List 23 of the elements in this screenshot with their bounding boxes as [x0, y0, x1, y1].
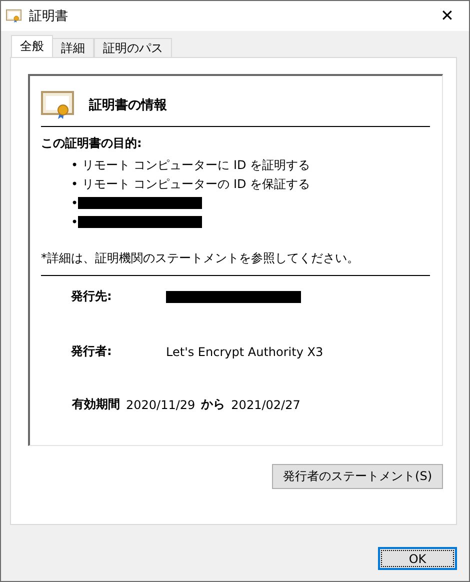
- field-label: 発行者:: [71, 343, 113, 360]
- field-value: Let's Encrypt Authority X3: [166, 344, 324, 358]
- bullet: •: [71, 215, 78, 229]
- validity-label: 有効期間: [72, 396, 120, 413]
- date-text: 2021/02/27: [231, 398, 300, 412]
- section-heading: 証明書の情報: [89, 97, 167, 114]
- certificate-icon: [6, 8, 22, 24]
- range-separator: から: [201, 396, 226, 413]
- date-text: 2020/11/29: [126, 398, 196, 412]
- tab[interactable]: 全般: [11, 35, 53, 57]
- close-button[interactable]: ✕: [429, 2, 465, 30]
- purpose-item: • リモート コンピューターに ID を証明する: [71, 156, 310, 174]
- field-label: 発行先:: [71, 288, 113, 305]
- purpose-label: この証明書の目的:: [41, 135, 143, 152]
- tab[interactable]: 詳細: [52, 38, 94, 57]
- window-title: 証明書: [29, 8, 69, 25]
- tab[interactable]: 証明のパス: [94, 38, 172, 57]
- ok-button[interactable]: OK: [378, 547, 457, 570]
- issuer-statement-button[interactable]: 発行者のステートメント(S): [272, 464, 443, 489]
- note-text: *詳細は、証明機関のステートメントを参照してください。: [41, 250, 430, 276]
- certificate-icon: [41, 90, 75, 120]
- purpose-item: • リモート コンピューターの ID を保証する: [71, 176, 310, 192]
- bullet: •: [71, 196, 78, 210]
